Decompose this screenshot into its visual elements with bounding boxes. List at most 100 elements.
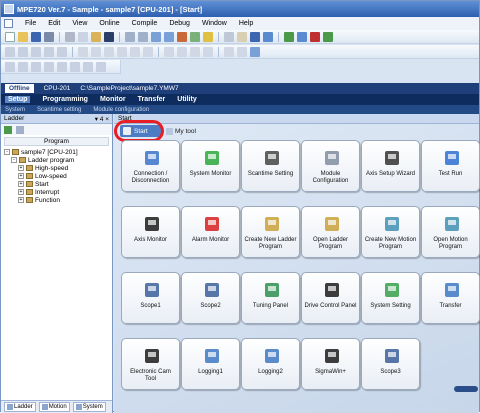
menu-edit[interactable]: Edit (42, 20, 66, 27)
subtab-system[interactable]: System (5, 107, 25, 113)
return-icon[interactable] (203, 46, 213, 57)
tile-module-configuration[interactable]: Module Configuration (301, 140, 360, 192)
copy-icon[interactable] (78, 31, 88, 42)
tile-logging1[interactable]: Logging1 (181, 338, 240, 390)
tile-open-motion-program[interactable]: Open Motion Program (421, 206, 480, 258)
edit-b-icon[interactable] (18, 61, 28, 72)
jump-icon[interactable] (177, 46, 187, 57)
menu-compile[interactable]: Compile (126, 20, 164, 27)
contact-icon[interactable] (5, 46, 15, 57)
tile-scope3[interactable]: Scope3 (361, 338, 420, 390)
tile-create-new-ladder-program[interactable]: Create New Ladder Program (241, 206, 300, 258)
tree-node[interactable]: - Ladder program (4, 156, 112, 164)
compile-icon[interactable] (190, 31, 200, 42)
tree-node[interactable]: + Low-speed (4, 172, 112, 180)
zoom-in-icon[interactable] (224, 46, 234, 57)
tile-scantime-setting[interactable]: Scantime Setting (241, 140, 300, 192)
tile-create-new-motion-program[interactable]: Create New Motion Program (361, 206, 420, 258)
tree-node[interactable]: - sample7 [CPU-201] (4, 148, 112, 156)
offline-icon[interactable] (237, 31, 247, 42)
paste-icon[interactable] (91, 31, 101, 42)
tile-axis-monitor[interactable]: Axis Monitor (121, 206, 180, 258)
call-icon[interactable] (190, 46, 200, 57)
edit-d-icon[interactable] (44, 61, 54, 72)
cut-icon[interactable] (65, 31, 75, 42)
tile-scope1[interactable]: Scope1 (121, 272, 180, 324)
tile-axis-setup-wizard[interactable]: Axis Setup Wizard (361, 140, 420, 192)
math-icon[interactable] (117, 46, 127, 57)
collapse-icon[interactable]: - (11, 157, 17, 163)
refresh-icon[interactable] (4, 125, 12, 134)
menu-window[interactable]: Window (196, 20, 233, 27)
tile-drive-control-panel[interactable]: Drive Control Panel (301, 272, 360, 324)
edit-c-icon[interactable] (31, 61, 41, 72)
ribbon-tab-programming[interactable]: Programming (42, 96, 88, 103)
expand-icon[interactable]: + (18, 181, 24, 187)
horizontal-line-icon[interactable] (44, 46, 54, 57)
block-icon[interactable] (104, 31, 114, 42)
tile-scope2[interactable]: Scope2 (181, 272, 240, 324)
print-icon[interactable] (44, 31, 54, 42)
tile-transfer[interactable]: Transfer (421, 272, 480, 324)
tile-electronic-cam-tool[interactable]: Electronic Cam Tool (121, 338, 180, 390)
transfer-toolbar-icon[interactable] (250, 31, 260, 42)
grid-icon[interactable] (250, 46, 260, 57)
tile-connection-disconnection[interactable]: Connection / Disconnection (121, 140, 180, 192)
bottom-tab-motion[interactable]: Motion (38, 402, 70, 412)
run-icon[interactable] (284, 31, 294, 42)
function-block-icon[interactable] (91, 46, 101, 57)
vertical-line-icon[interactable] (57, 46, 67, 57)
menu-view[interactable]: View (66, 20, 93, 27)
menu-debug[interactable]: Debug (163, 20, 196, 27)
tile-system-setting[interactable]: System Setting (361, 272, 420, 324)
bottom-tab-system[interactable]: System (72, 402, 106, 412)
menu-file[interactable]: File (19, 20, 42, 27)
tile-logging2[interactable]: Logging2 (241, 338, 300, 390)
edit-e-icon[interactable] (57, 61, 67, 72)
save-icon[interactable] (31, 31, 41, 42)
menu-online[interactable]: Online (93, 20, 125, 27)
online-icon[interactable] (224, 31, 234, 42)
ribbon-tab-transfer[interactable]: Transfer (138, 96, 166, 103)
expand-icon[interactable]: + (18, 165, 24, 171)
subtab-scantime[interactable]: Scantime setting (37, 107, 81, 113)
monitor-toolbar-icon[interactable] (263, 31, 273, 42)
zoom-out-icon[interactable] (237, 46, 247, 57)
tile-test-run[interactable]: Test Run (421, 140, 480, 192)
ribbon-tab-monitor[interactable]: Monitor (100, 96, 126, 103)
compare-icon[interactable] (104, 46, 114, 57)
my-tool-tab[interactable]: My tool (166, 127, 196, 135)
replace-icon[interactable] (164, 31, 174, 42)
start-tab[interactable]: Start (114, 120, 164, 142)
tree-node[interactable]: + High-speed (4, 164, 112, 172)
edit-g-icon[interactable] (83, 61, 93, 72)
bottom-tab-ladder[interactable]: Ladder (4, 402, 36, 412)
subtab-module-config[interactable]: Module configuration (93, 107, 149, 113)
tree-node[interactable]: + Interrupt (4, 188, 112, 196)
tile-alarm-monitor[interactable]: Alarm Monitor (181, 206, 240, 258)
undo-icon[interactable] (125, 31, 135, 42)
tile-tuning-panel[interactable]: Tuning Panel (241, 272, 300, 324)
menu-help[interactable]: Help (233, 20, 259, 27)
find-icon[interactable] (151, 31, 161, 42)
system-menu-icon[interactable] (4, 19, 13, 28)
nc-contact-icon[interactable] (18, 46, 28, 57)
coil-icon[interactable] (31, 46, 41, 57)
tile-system-monitor[interactable]: System Monitor (181, 140, 240, 192)
step-icon[interactable] (297, 31, 307, 42)
expand-icon[interactable]: + (18, 189, 24, 195)
ribbon-tab-utility[interactable]: Utility (177, 96, 196, 103)
edit-a-icon[interactable] (5, 61, 15, 72)
bookmark-icon[interactable] (203, 31, 213, 42)
timer-icon[interactable] (130, 46, 140, 57)
new-file-icon[interactable] (5, 31, 15, 42)
edit-f-icon[interactable] (70, 61, 80, 72)
ribbon-tab-setup[interactable]: Setup (5, 96, 31, 103)
instruction-icon[interactable] (78, 46, 88, 57)
cross-ref-icon[interactable] (177, 31, 187, 42)
edit-h-icon[interactable] (96, 61, 106, 72)
stop-icon[interactable] (310, 31, 320, 42)
filter-icon[interactable] (16, 125, 24, 134)
expand-icon[interactable]: + (18, 173, 24, 179)
tree-node[interactable]: + Start (4, 180, 112, 188)
